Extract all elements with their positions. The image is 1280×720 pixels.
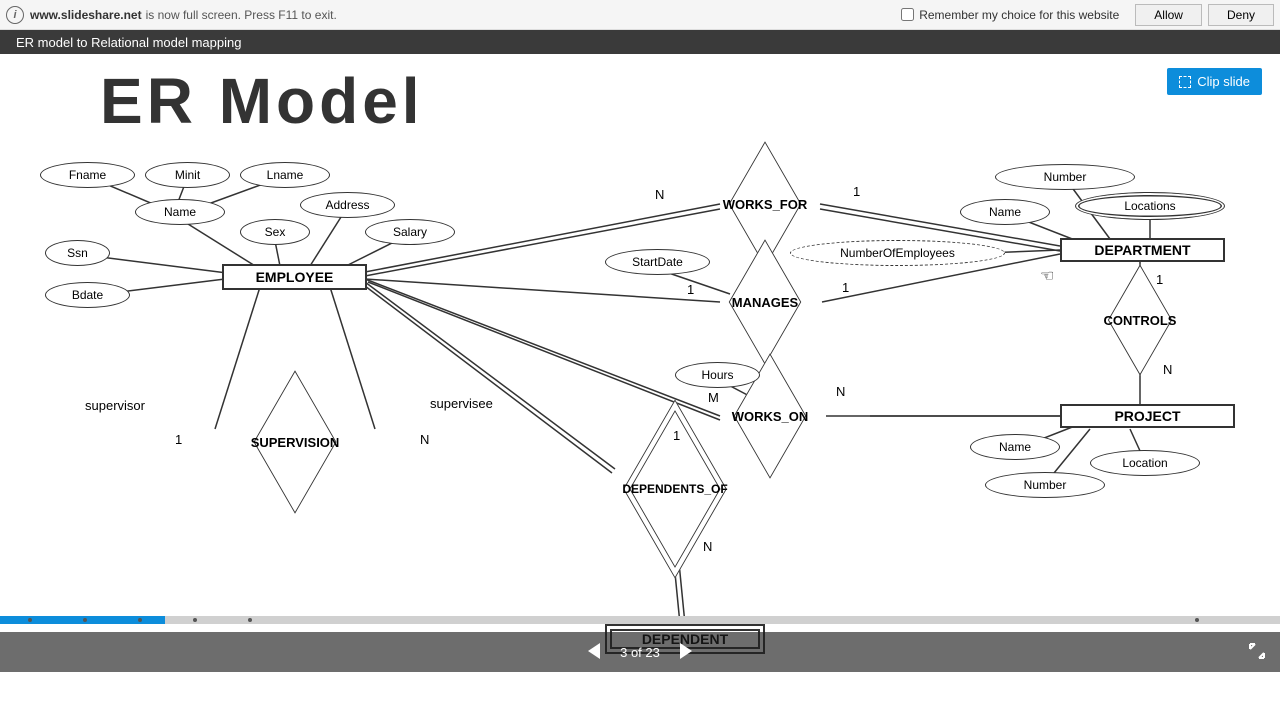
remember-choice-checkbox[interactable] <box>901 8 914 21</box>
rel-supervision: SUPERVISION <box>225 412 365 472</box>
attr-sex: Sex <box>240 219 310 245</box>
card-dependents-1: 1 <box>673 428 680 443</box>
diagram-lines <box>0 54 1280 672</box>
er-diagram: Fname Minit Lname Name Address Sex Salar… <box>0 54 1280 672</box>
attr-bdate: Bdate <box>45 282 130 308</box>
card-controls-1: 1 <box>1156 272 1163 287</box>
fullscreen-message: is now full screen. Press F11 to exit. <box>146 8 337 22</box>
card-manages-1a: 1 <box>687 282 694 297</box>
card-works-on-n: N <box>836 384 845 399</box>
exit-fullscreen-button[interactable] <box>1248 642 1266 663</box>
attr-address: Address <box>300 192 395 218</box>
role-supervisor: supervisor <box>85 398 145 413</box>
slide-content-area[interactable]: Clip slide ER Model <box>0 54 1280 672</box>
attr-name: Name <box>135 199 225 225</box>
attr-fname: Fname <box>40 162 135 188</box>
entity-project: PROJECT <box>1060 404 1235 428</box>
slide-counter: 3 of 23 <box>620 645 660 660</box>
attr-dept-name: Name <box>960 199 1050 225</box>
info-icon: i <box>6 6 24 24</box>
remember-choice-label[interactable]: Remember my choice for this website <box>901 8 1119 22</box>
card-supervision-n: N <box>420 432 429 447</box>
attr-proj-location: Location <box>1090 450 1200 476</box>
attr-minit: Minit <box>145 162 230 188</box>
hand-cursor-icon: ☜ <box>1040 266 1054 286</box>
attr-salary: Salary <box>365 219 455 245</box>
role-supervisee: supervisee <box>430 396 493 411</box>
domain-text: www.slideshare.net <box>30 8 142 22</box>
card-works-on-m: M <box>708 390 719 405</box>
card-dependents-n: N <box>703 539 712 554</box>
attr-proj-number: Number <box>985 472 1105 498</box>
rel-controls: CONTROLS <box>1085 290 1195 350</box>
allow-button[interactable]: Allow <box>1135 4 1202 26</box>
card-controls-n: N <box>1163 362 1172 377</box>
card-works-for-n: N <box>655 187 664 202</box>
attr-num-employees: NumberOfEmployees <box>790 240 1005 266</box>
rel-works-for: WORKS_FOR <box>710 174 820 234</box>
attr-dept-number: Number <box>995 164 1135 190</box>
attr-ssn: Ssn <box>45 240 110 266</box>
navigation-bar: 3 of 23 <box>0 632 1280 672</box>
deny-button[interactable]: Deny <box>1208 4 1274 26</box>
attr-proj-name: Name <box>970 434 1060 460</box>
slide-progress-bar[interactable] <box>0 616 1280 624</box>
rel-dependents-of: DEPENDENTS_OF <box>585 454 765 524</box>
presentation-title: ER model to Relational model mapping <box>16 35 241 50</box>
attr-startdate: StartDate <box>605 249 710 275</box>
prev-slide-button[interactable] <box>578 643 612 662</box>
rel-manages: MANAGES <box>710 272 820 332</box>
presentation-title-bar: ER model to Relational model mapping <box>0 30 1280 54</box>
attr-lname: Lname <box>240 162 330 188</box>
fullscreen-notification-bar: i www.slideshare.net is now full screen.… <box>0 0 1280 30</box>
card-manages-1b: 1 <box>842 280 849 295</box>
rel-works-on: WORKS_ON <box>710 386 830 446</box>
card-works-for-1: 1 <box>853 184 860 199</box>
attr-hours: Hours <box>675 362 760 388</box>
card-supervision-1: 1 <box>175 432 182 447</box>
next-slide-button[interactable] <box>668 643 702 662</box>
entity-department: DEPARTMENT <box>1060 238 1225 262</box>
attr-locations: Locations <box>1075 192 1225 220</box>
entity-employee: EMPLOYEE <box>222 264 367 290</box>
